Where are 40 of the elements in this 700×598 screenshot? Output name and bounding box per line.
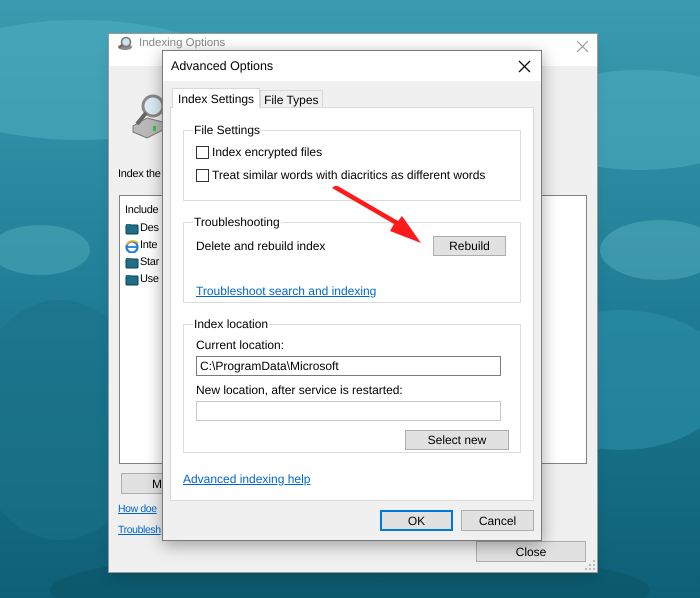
help-link[interactable]: Advanced indexing help	[183, 470, 310, 488]
rebuild-button[interactable]: Rebuild	[433, 236, 506, 256]
group-title: Troubleshooting	[193, 214, 281, 231]
checkbox[interactable]	[196, 168, 209, 182]
location-name: Use	[140, 272, 159, 288]
cancel-button[interactable]: Cancel	[461, 510, 534, 531]
help-link[interactable]: How doe	[118, 502, 157, 518]
group-title: File Settings	[193, 122, 262, 139]
dialog-title: Advanced Options	[171, 58, 274, 75]
field-label: Current location:	[196, 337, 286, 354]
select-new-button[interactable]: Select new	[405, 430, 509, 450]
folder-icon	[125, 256, 139, 270]
close-button[interactable]: Close	[476, 541, 586, 562]
checkbox-label: Index encrypted files	[212, 144, 322, 161]
indexing-icon	[117, 36, 133, 51]
help-link[interactable]: Troublesh	[118, 523, 161, 539]
tab[interactable]: Index Settings	[172, 88, 260, 108]
location-name: Inte	[140, 238, 158, 254]
browser-icon	[125, 238, 139, 252]
ok-button[interactable]: OK	[380, 510, 453, 531]
rebuild-label: Delete and rebuild index	[196, 238, 326, 255]
checkbox-label: Treat similar words with diacritics as different words	[212, 167, 486, 184]
close-icon	[518, 60, 531, 72]
folder-icon	[125, 272, 139, 286]
close-icon	[576, 40, 589, 53]
modify-button[interactable]: M	[121, 473, 165, 494]
intro-text: Index the	[118, 167, 161, 182]
location-name: Des	[140, 221, 159, 236]
list-header: Include	[125, 203, 158, 218]
resize-grip-icon	[585, 560, 595, 570]
window-title: Indexing Options	[139, 36, 226, 50]
checkbox[interactable]	[196, 146, 209, 158]
folder-icon	[125, 222, 139, 236]
current-location-field[interactable]: C:\ProgramData\Microsoft	[196, 356, 501, 376]
tab[interactable]: File Types	[260, 90, 323, 107]
group-title: Index location	[193, 316, 270, 333]
new-location-field[interactable]	[196, 401, 501, 421]
location-name: Star	[140, 255, 159, 270]
troubleshoot-link[interactable]: Troubleshoot search and indexing	[196, 282, 376, 300]
field-label: New location, after service is restarted:	[196, 382, 404, 399]
